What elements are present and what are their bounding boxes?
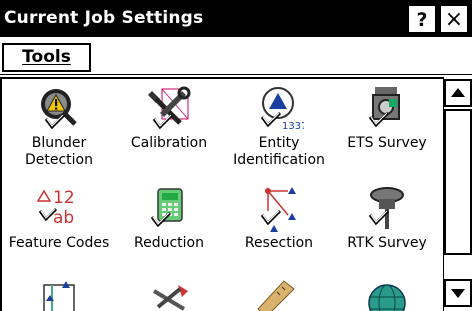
scroll-down-button[interactable] — [444, 279, 472, 307]
title-bar: Current Job Settings ? × — [0, 0, 472, 37]
grid-item-globe[interactable] — [332, 277, 442, 311]
blunder-detection-icon — [41, 89, 77, 130]
settings-grid: Blunder Detection Calibration 1337 — [0, 77, 443, 311]
layout-icon — [43, 281, 75, 311]
entity-identification-icon: 1337 — [260, 87, 304, 132]
globe-icon — [368, 284, 406, 311]
grid-item-label: Blunder Detection — [24, 135, 93, 168]
grid-item-ets-survey[interactable]: ETS Survey — [332, 85, 442, 152]
ets-survey-icon — [368, 87, 400, 128]
calibration-icon — [148, 86, 191, 130]
measure-icon — [257, 280, 295, 311]
grid-item-label: Resection — [244, 235, 314, 251]
grid-item-label: Feature Codes — [8, 235, 110, 251]
menu-bar: Tools — [0, 37, 472, 75]
tools-menu-label: Tools — [22, 47, 71, 67]
grid-item-label: RTK Survey — [347, 235, 427, 251]
reduction-icon — [150, 188, 183, 228]
grid-item-tools[interactable] — [114, 277, 224, 311]
arrow-up-icon — [451, 88, 465, 97]
scroll-up-button[interactable] — [444, 79, 472, 107]
help-button[interactable]: ? — [408, 5, 436, 33]
tools-icon — [152, 285, 188, 311]
grid-item-rtk-survey[interactable]: RTK Survey — [332, 185, 442, 252]
grid-item-blunder-detection[interactable]: Blunder Detection — [4, 85, 114, 169]
grid-item-label: ETS Survey — [347, 135, 427, 151]
feature-codes-number: 12 — [53, 188, 75, 208]
resection-icon — [260, 187, 296, 232]
grid-item-label: Entity Identification — [233, 135, 325, 168]
grid-item-entity-identification[interactable]: 1337 Entity Identification — [224, 85, 334, 169]
grid-item-resection[interactable]: Resection — [224, 185, 334, 252]
rtk-survey-icon — [368, 187, 404, 229]
window-title: Current Job Settings — [4, 8, 204, 28]
vertical-scrollbar[interactable] — [443, 77, 472, 311]
feature-codes-icon: 12 ab — [36, 188, 75, 228]
grid-item-label: Reduction — [134, 235, 204, 251]
close-button[interactable]: × — [440, 5, 468, 33]
grid-item-measure[interactable] — [224, 277, 334, 311]
scrollbar-thumb[interactable] — [444, 109, 472, 255]
grid-item-calibration[interactable]: Calibration — [114, 85, 224, 152]
grid-item-label: Calibration — [130, 135, 208, 151]
current-job-settings-window: Current Job Settings ? × Tools Blunder D… — [0, 0, 472, 311]
arrow-down-icon — [451, 289, 465, 298]
entity-id-number: 1337 — [282, 121, 304, 132]
feature-codes-letters: ab — [53, 208, 74, 228]
grid-item-layout[interactable] — [4, 277, 114, 311]
grid-item-reduction[interactable]: Reduction — [114, 185, 224, 252]
grid-item-feature-codes[interactable]: 12 ab Feature Codes — [4, 185, 114, 252]
tools-menu[interactable]: Tools — [2, 43, 91, 72]
